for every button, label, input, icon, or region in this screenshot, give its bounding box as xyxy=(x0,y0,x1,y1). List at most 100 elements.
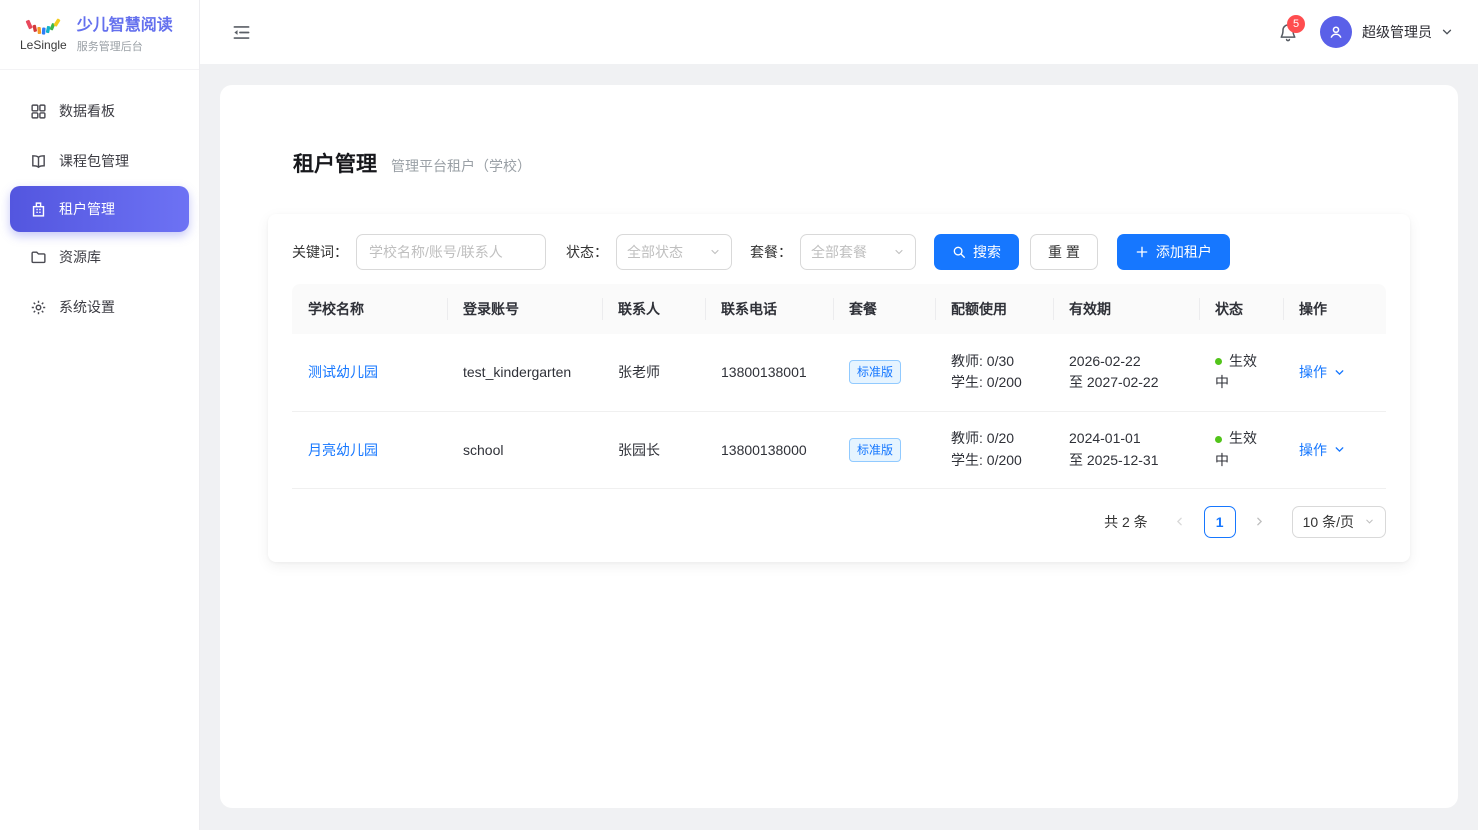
pagination-prev-button[interactable] xyxy=(1164,506,1196,538)
brand: LeSingle 少儿智慧阅读 服务管理后台 xyxy=(0,0,199,70)
sidebar-item-dashboard[interactable]: 数据看板 xyxy=(0,86,199,136)
sidebar-item-tenants[interactable]: 租户管理 xyxy=(10,186,189,232)
gear-icon xyxy=(29,298,47,316)
brand-text: 少儿智慧阅读 服务管理后台 xyxy=(77,16,173,54)
keyword-input[interactable] xyxy=(356,234,546,270)
page-size-select[interactable]: 10 条/页 xyxy=(1292,506,1386,538)
search-button-label: 搜索 xyxy=(973,242,1001,262)
reset-button-label: 重 置 xyxy=(1048,242,1080,262)
plan-select-value: 全部套餐 xyxy=(811,242,867,262)
plus-icon xyxy=(1135,245,1149,259)
cell-account: test_kindergarten xyxy=(447,334,602,411)
quota-teacher: 教师: 0/20 xyxy=(951,428,1037,450)
main-column: 5 超级管理员 租户管理 管理平台租户（学校 xyxy=(200,0,1478,830)
cell-phone: 13800138001 xyxy=(705,334,833,411)
plan-select[interactable]: 全部套餐 xyxy=(800,234,916,270)
sidebar-menu: 数据看板 课程包管理 租户管理 xyxy=(0,70,199,332)
col-actions: 操作 xyxy=(1283,284,1386,334)
sidebar-item-settings[interactable]: 系统设置 xyxy=(0,282,199,332)
cell-contact: 张园长 xyxy=(602,411,705,488)
table-row: 测试幼儿园 test_kindergarten 张老师 13800138001 … xyxy=(292,334,1386,411)
page-title: 租户管理 xyxy=(293,148,377,178)
pagination-page-1[interactable]: 1 xyxy=(1204,506,1236,538)
cell-phone: 13800138000 xyxy=(705,411,833,488)
user-name[interactable]: 超级管理员 xyxy=(1362,22,1432,42)
search-icon xyxy=(952,245,966,259)
status-select[interactable]: 全部状态 xyxy=(616,234,732,270)
col-login-account: 登录账号 xyxy=(447,284,602,334)
logo-wordmark: LeSingle xyxy=(20,38,67,52)
sidebar-item-label: 课程包管理 xyxy=(59,151,129,171)
table-row: 月亮幼儿园 school 张园长 13800138000 标准版 教师: 0/2… xyxy=(292,411,1386,488)
chevron-down-icon xyxy=(709,246,721,258)
sidebar-collapse-button[interactable] xyxy=(232,22,252,42)
chevron-down-icon xyxy=(1364,516,1375,527)
brand-logo: LeSingle xyxy=(20,18,67,52)
plan-badge: 标准版 xyxy=(849,438,901,462)
building-icon xyxy=(29,200,47,218)
col-phone: 联系电话 xyxy=(705,284,833,334)
chevron-down-icon xyxy=(1333,366,1346,379)
col-school-name: 学校名称 xyxy=(292,284,447,334)
row-actions-label: 操作 xyxy=(1299,362,1327,382)
status-select-value: 全部状态 xyxy=(627,242,683,262)
school-name-link[interactable]: 月亮幼儿园 xyxy=(308,442,378,458)
col-validity: 有效期 xyxy=(1053,284,1199,334)
quota-student: 学生: 0/200 xyxy=(951,450,1037,472)
book-icon xyxy=(29,152,47,170)
row-actions-dropdown[interactable]: 操作 xyxy=(1299,362,1346,382)
app-root: LeSingle 少儿智慧阅读 服务管理后台 数据看板 xyxy=(0,0,1478,830)
school-name-link[interactable]: 测试幼儿园 xyxy=(308,364,378,380)
tenant-table: 学校名称 登录账号 联系人 联系电话 套餐 配额使用 有效期 状态 操作 xyxy=(292,284,1386,489)
page-size-value: 10 条/页 xyxy=(1303,512,1354,532)
sidebar-item-label: 数据看板 xyxy=(59,101,115,121)
valid-from: 2026-02-22 xyxy=(1069,351,1183,373)
sidebar-item-course-packages[interactable]: 课程包管理 xyxy=(0,136,199,186)
keyword-label: 关键词： xyxy=(292,242,348,262)
quota-teacher: 教师: 0/30 xyxy=(951,351,1037,373)
reset-button[interactable]: 重 置 xyxy=(1030,234,1098,270)
sidebar-item-label: 租户管理 xyxy=(59,199,115,219)
pagination-next-button[interactable] xyxy=(1244,506,1276,538)
user-menu-chevron-down-icon[interactable] xyxy=(1440,25,1454,39)
col-plan: 套餐 xyxy=(833,284,935,334)
row-actions-label: 操作 xyxy=(1299,440,1327,460)
row-actions-dropdown[interactable]: 操作 xyxy=(1299,440,1346,460)
cell-quota: 教师: 0/30 学生: 0/200 xyxy=(935,334,1053,411)
sidebar-item-resources[interactable]: 资源库 xyxy=(0,232,199,282)
brand-title: 少儿智慧阅读 xyxy=(77,16,173,36)
cell-quota: 教师: 0/20 学生: 0/200 xyxy=(935,411,1053,488)
status-badge: 生效中 xyxy=(1215,353,1257,391)
topbar: 5 超级管理员 xyxy=(200,0,1478,64)
status-dot-icon xyxy=(1215,358,1222,365)
pagination-total: 共 2 条 xyxy=(1104,512,1148,532)
status-dot-icon xyxy=(1215,436,1222,443)
status-badge: 生效中 xyxy=(1215,430,1257,468)
logo-arc-icon xyxy=(22,18,64,40)
col-status: 状态 xyxy=(1199,284,1283,334)
search-button[interactable]: 搜索 xyxy=(934,234,1019,270)
chevron-down-icon xyxy=(893,246,905,258)
page-card: 租户管理 管理平台租户（学校） 关键词： 状态： 全部状态 xyxy=(220,85,1458,808)
notification-count-badge: 5 xyxy=(1287,15,1305,33)
quota-student: 学生: 0/200 xyxy=(951,372,1037,394)
content-area: 租户管理 管理平台租户（学校） 关键词： 状态： 全部状态 xyxy=(200,64,1478,830)
tenant-panel: 关键词： 状态： 全部状态 套餐： 全部套餐 xyxy=(268,214,1410,562)
avatar[interactable] xyxy=(1320,16,1352,48)
notifications-button[interactable]: 5 xyxy=(1278,22,1298,43)
valid-to: 至 2025-12-31 xyxy=(1069,450,1183,472)
add-tenant-button[interactable]: 添加租户 xyxy=(1117,234,1230,270)
dashboard-icon xyxy=(29,102,47,120)
table-header-row: 学校名称 登录账号 联系人 联系电话 套餐 配额使用 有效期 状态 操作 xyxy=(292,284,1386,334)
brand-subtitle: 服务管理后台 xyxy=(77,38,173,54)
sidebar: LeSingle 少儿智慧阅读 服务管理后台 数据看板 xyxy=(0,0,200,830)
cell-account: school xyxy=(447,411,602,488)
topbar-right: 5 超级管理员 xyxy=(1278,16,1454,48)
cell-contact: 张老师 xyxy=(602,334,705,411)
cell-validity: 2026-02-22 至 2027-02-22 xyxy=(1053,334,1199,411)
cell-validity: 2024-01-01 至 2025-12-31 xyxy=(1053,411,1199,488)
cell-status: 生效中 xyxy=(1199,334,1283,411)
plan-badge: 标准版 xyxy=(849,360,901,384)
sidebar-item-label: 系统设置 xyxy=(59,297,115,317)
add-tenant-button-label: 添加租户 xyxy=(1156,242,1212,262)
